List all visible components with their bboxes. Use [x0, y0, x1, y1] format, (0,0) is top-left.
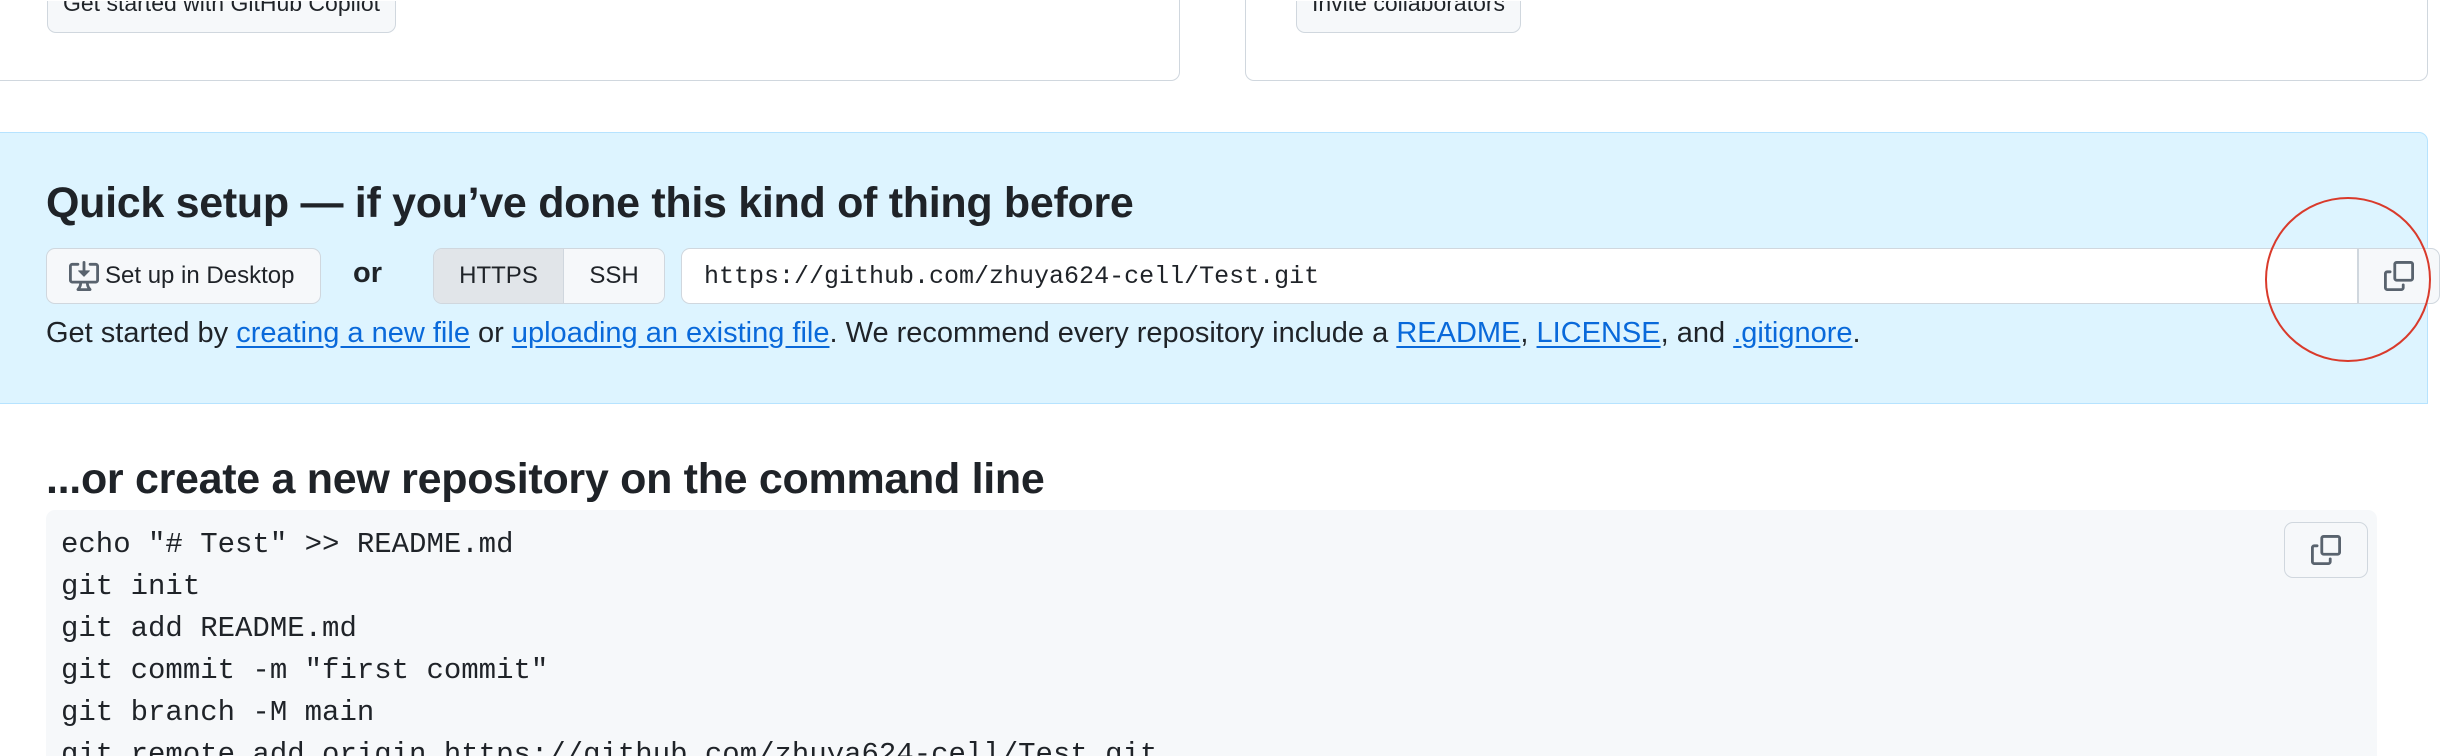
get-started-copilot-label: Get started with GitHub Copilot — [63, 1, 381, 16]
quick-setup-title: Quick setup — if you’ve done this kind o… — [46, 179, 1134, 227]
code-line: git add README.md — [61, 612, 357, 645]
desc-middle1: or — [469, 317, 512, 349]
creating-new-file-link[interactable]: creating a new file — [236, 317, 470, 349]
desktop-download-icon — [69, 261, 99, 291]
command-line-title: ...or create a new repository on the com… — [46, 455, 1045, 503]
tab-ssh[interactable]: SSH — [564, 249, 664, 303]
code-line: git init — [61, 570, 201, 603]
code-content: echo "# Test" >> README.md git init git ad… — [61, 524, 1157, 756]
gitignore-link[interactable]: .gitignore — [1733, 317, 1852, 349]
desc-sep2: , and — [1660, 317, 1734, 349]
readme-link[interactable]: README — [1396, 317, 1520, 349]
desc-middle2: . We recommend every repository include … — [829, 317, 1397, 349]
copy-commands-button[interactable] — [2284, 522, 2368, 578]
copilot-card: Get started with GitHub Copilot — [0, 0, 1180, 81]
annotation-circle — [2265, 197, 2431, 362]
or-label: or — [353, 257, 382, 289]
desc-prefix: Get started by — [46, 317, 237, 349]
clone-url-input[interactable] — [681, 248, 2358, 304]
desc-suffix: . — [1852, 317, 1861, 349]
license-link[interactable]: LICENSE — [1537, 317, 1661, 349]
tab-https[interactable]: HTTPS — [434, 249, 564, 303]
command-line-code-block: echo "# Test" >> README.md git init git ad… — [46, 510, 2377, 756]
get-started-copilot-button[interactable]: Get started with GitHub Copilot — [47, 1, 397, 33]
set-up-in-desktop-button[interactable]: Set up in Desktop — [46, 248, 321, 304]
uploading-existing-file-link[interactable]: uploading an existing file — [512, 317, 830, 349]
code-line: git remote add origin https://github.com… — [61, 738, 1158, 756]
code-line: echo "# Test" >> README.md — [61, 528, 514, 561]
quick-setup-description: Get started by creating a new file or up… — [46, 317, 1861, 350]
collaborators-card: Invite collaborators — [1245, 0, 2428, 81]
desc-sep1: , — [1520, 317, 1537, 349]
invite-collaborators-button[interactable]: Invite collaborators — [1296, 1, 1522, 33]
code-line: git commit -m "first commit" — [61, 654, 549, 687]
copy-icon — [2311, 535, 2341, 565]
protocol-selector: HTTPS SSH — [433, 248, 665, 304]
quick-setup-panel: Quick setup — if you’ve done this kind o… — [0, 132, 2440, 404]
set-up-in-desktop-label: Set up in Desktop — [105, 262, 295, 289]
invite-collaborators-label: Invite collaborators — [1312, 1, 1506, 16]
code-line: git branch -M main — [61, 696, 375, 729]
page: Get started with GitHub Copilot Invite c… — [0, 0, 2444, 756]
